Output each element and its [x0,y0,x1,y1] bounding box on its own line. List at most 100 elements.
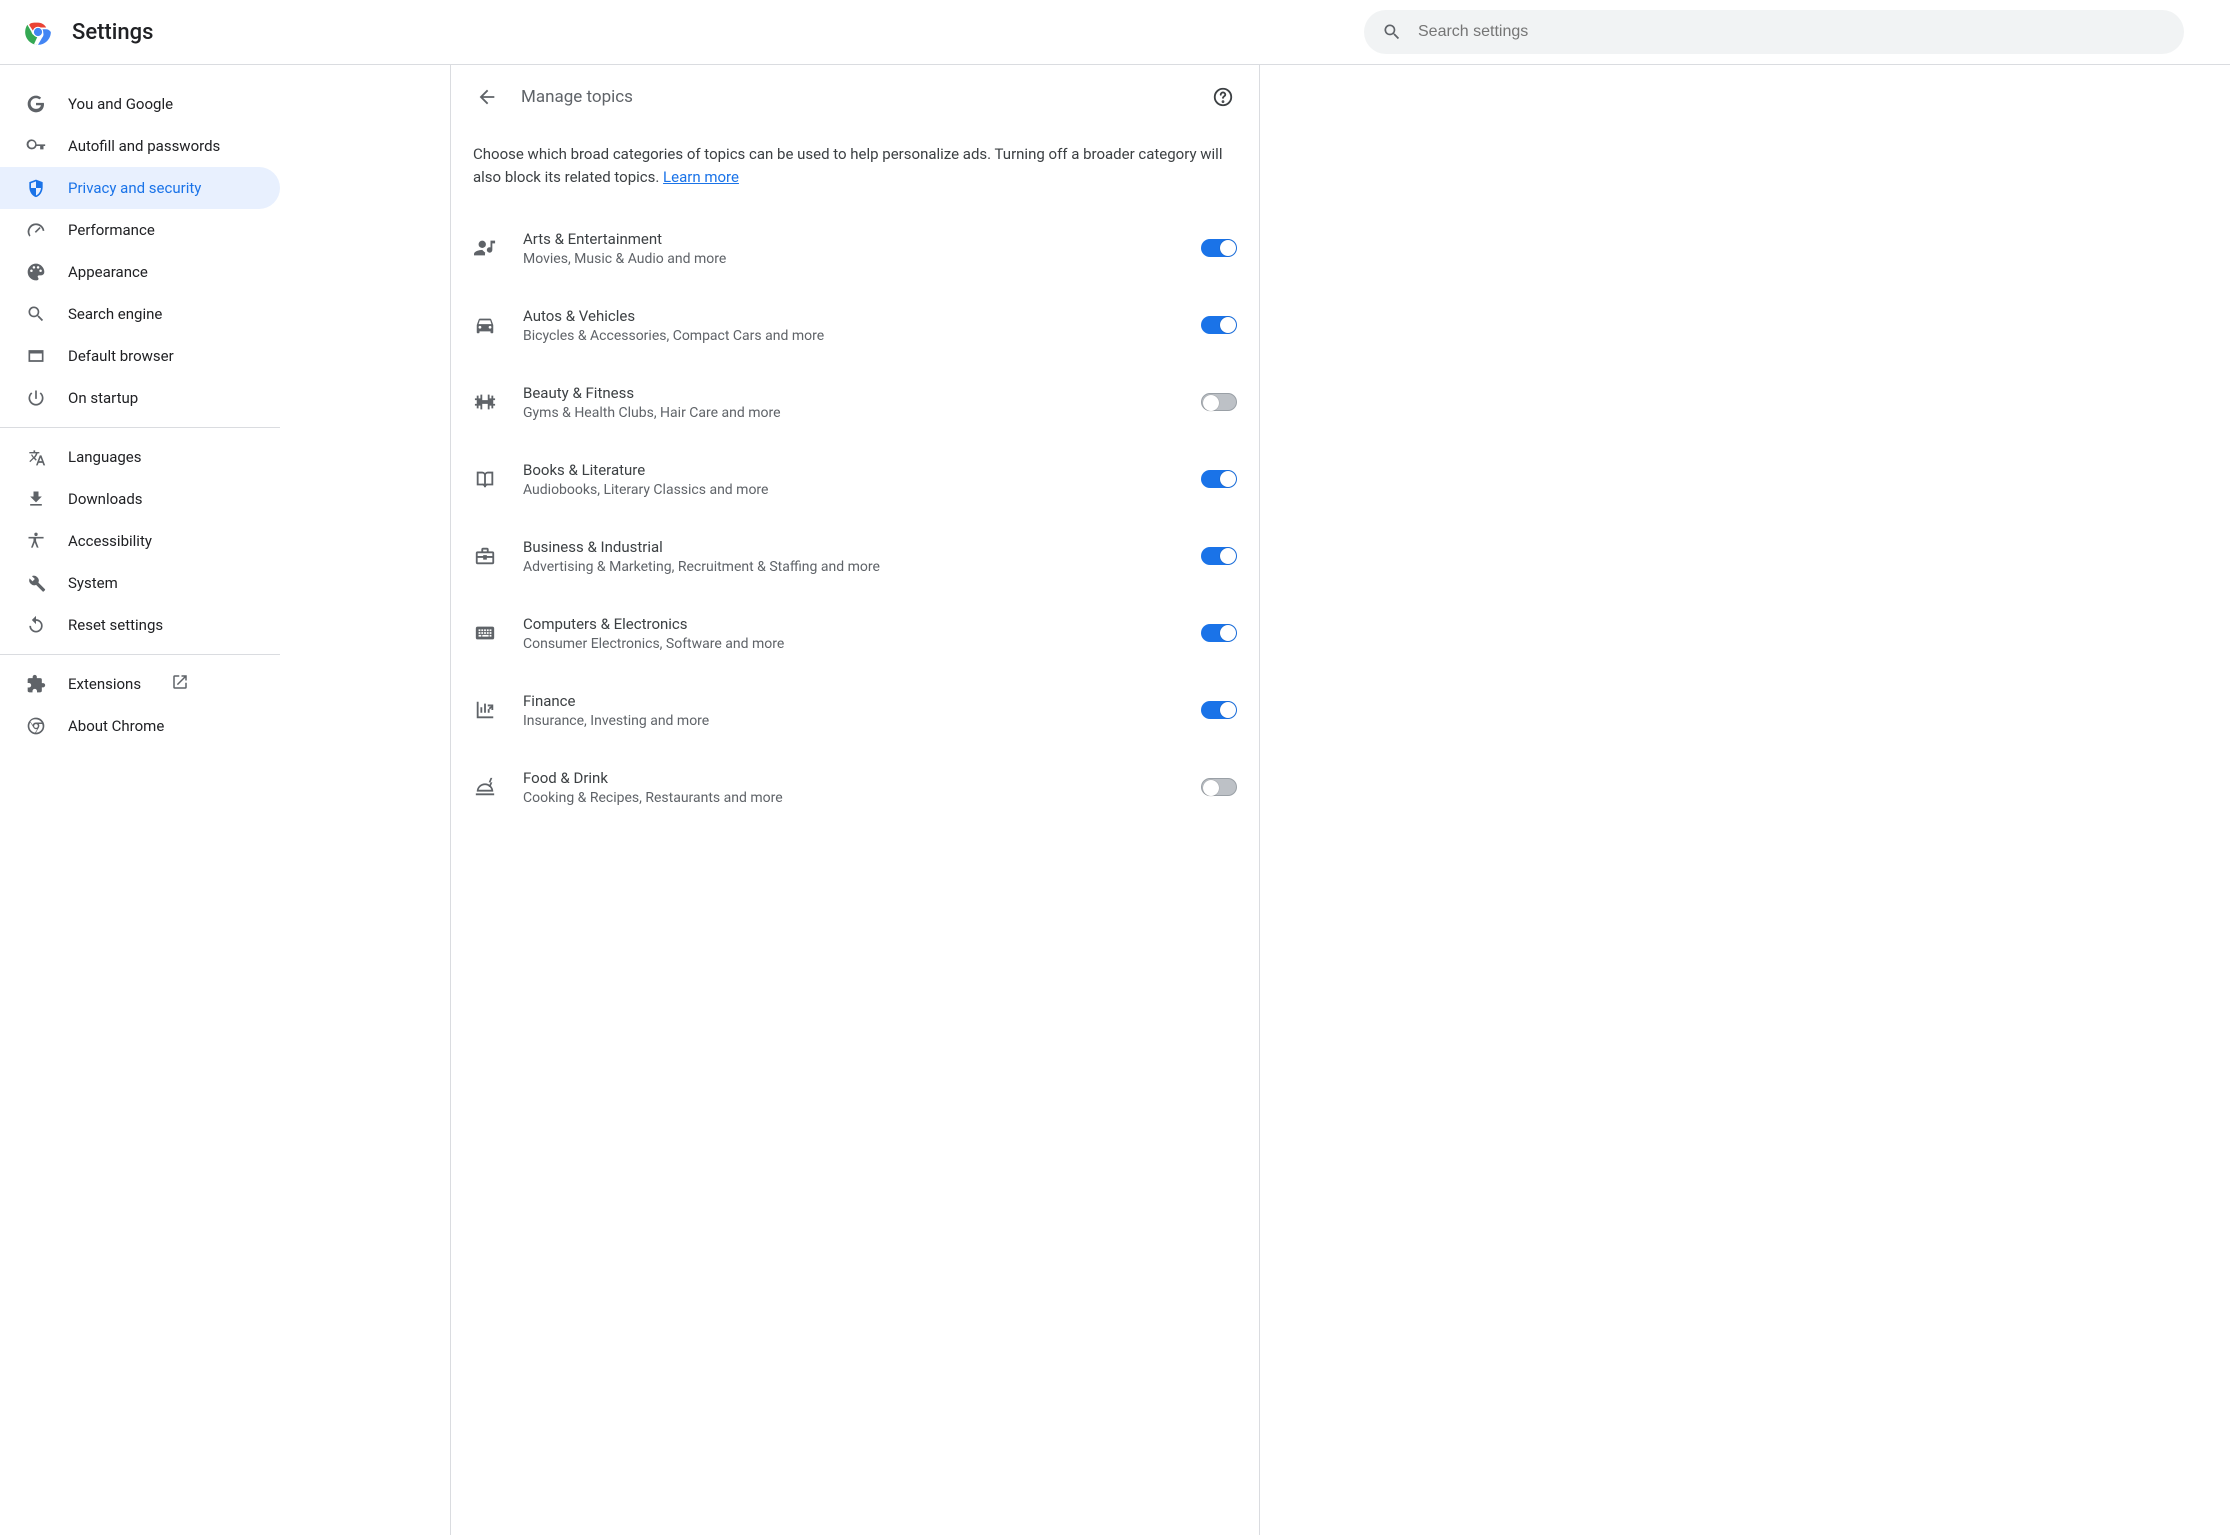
app-header: Settings [0,0,2230,65]
sidebar-item-label: Reset settings [68,616,163,634]
page-title: Manage topics [521,87,633,107]
topic-subtitle: Cooking & Recipes, Restaurants and more [523,790,1175,806]
topic-toggle[interactable] [1201,316,1237,334]
topic-toggle[interactable] [1201,624,1237,642]
topic-subtitle: Insurance, Investing and more [523,713,1175,729]
search-settings-box[interactable] [1364,10,2184,54]
sidebar-item-reset-settings[interactable]: Reset settings [0,604,280,646]
google-g-icon [26,94,46,114]
topic-title: Arts & Entertainment [523,230,1175,248]
sidebar-item-on-startup[interactable]: On startup [0,377,280,419]
wrench-icon [26,573,46,593]
sidebar: You and Google Autofill and passwords Pr… [0,65,290,1535]
fitness-icon [473,390,497,414]
topic-row-beauty-fitness: Beauty & Fitness Gyms & Health Clubs, Ha… [473,364,1237,441]
sidebar-item-system[interactable]: System [0,562,280,604]
reset-icon [26,615,46,635]
key-icon [26,136,46,156]
sidebar-item-accessibility[interactable]: Accessibility [0,520,280,562]
sidebar-item-you-and-google[interactable]: You and Google [0,83,280,125]
sidebar-item-label: Performance [68,221,155,239]
sidebar-item-about-chrome[interactable]: About Chrome [0,705,280,747]
sidebar-item-label: Privacy and security [68,179,201,197]
sidebar-item-label: Languages [68,448,142,466]
topic-toggle[interactable] [1201,778,1237,796]
topic-row-food-drink: Food & Drink Cooking & Recipes, Restaura… [473,749,1237,826]
topic-toggle[interactable] [1201,701,1237,719]
sidebar-item-label: About Chrome [68,717,164,735]
topic-toggle[interactable] [1201,547,1237,565]
learn-more-link[interactable]: Learn more [663,168,739,186]
topic-row-arts-entertainment: Arts & Entertainment Movies, Music & Aud… [473,210,1237,287]
topic-subtitle: Bicycles & Accessories, Compact Cars and… [523,328,1175,344]
sidebar-item-downloads[interactable]: Downloads [0,478,280,520]
chrome-logo-icon [24,18,52,46]
accessibility-icon [26,531,46,551]
briefcase-icon [473,544,497,568]
topic-title: Finance [523,692,1175,710]
app-title: Settings [72,20,153,45]
sidebar-item-label: Extensions [68,675,141,693]
sidebar-item-label: Appearance [68,263,148,281]
translate-icon [26,447,46,467]
topic-title: Computers & Electronics [523,615,1175,633]
keyboard-icon [473,621,497,645]
extension-icon [26,674,46,694]
sidebar-item-label: Autofill and passwords [68,137,220,155]
open-in-new-icon [171,673,189,695]
topic-row-business-industrial: Business & Industrial Advertising & Mark… [473,518,1237,595]
sidebar-item-label: Downloads [68,490,143,508]
sidebar-item-label: On startup [68,389,138,407]
download-icon [26,489,46,509]
sidebar-item-appearance[interactable]: Appearance [0,251,280,293]
sidebar-item-label: Default browser [68,347,174,365]
topic-subtitle: Audiobooks, Literary Classics and more [523,482,1175,498]
sidebar-item-label: System [68,574,118,592]
sidebar-item-search-engine[interactable]: Search engine [0,293,280,335]
sidebar-item-languages[interactable]: Languages [0,436,280,478]
back-button[interactable] [471,81,503,113]
sidebar-item-performance[interactable]: Performance [0,209,280,251]
topic-subtitle: Movies, Music & Audio and more [523,251,1175,267]
car-icon [473,313,497,337]
topic-list: Arts & Entertainment Movies, Music & Aud… [451,200,1259,826]
sidebar-item-default-browser[interactable]: Default browser [0,335,280,377]
sidebar-item-label: You and Google [68,95,173,113]
topic-title: Books & Literature [523,461,1175,479]
intro-text: Choose which broad categories of topics … [451,113,1259,200]
sidebar-item-autofill[interactable]: Autofill and passwords [0,125,280,167]
speedometer-icon [26,220,46,240]
search-icon [1382,22,1402,42]
chart-icon [473,698,497,722]
topic-subtitle: Advertising & Marketing, Recruitment & S… [523,559,1175,575]
palette-icon [26,262,46,282]
topic-toggle[interactable] [1201,470,1237,488]
topic-row-books-literature: Books & Literature Audiobooks, Literary … [473,441,1237,518]
main-content: Manage topics Choose which broad categor… [450,65,1260,1535]
topic-title: Business & Industrial [523,538,1175,556]
sidebar-item-label: Search engine [68,305,162,323]
power-icon [26,388,46,408]
topic-row-autos-vehicles: Autos & Vehicles Bicycles & Accessories,… [473,287,1237,364]
topic-row-finance: Finance Insurance, Investing and more [473,672,1237,749]
sidebar-item-extensions[interactable]: Extensions [0,663,280,705]
food-icon [473,775,497,799]
browser-icon [26,346,46,366]
intro-body: Choose which broad categories of topics … [473,145,1222,186]
person-music-icon [473,236,497,260]
topic-toggle[interactable] [1201,239,1237,257]
sidebar-item-privacy-security[interactable]: Privacy and security [0,167,280,209]
sidebar-item-label: Accessibility [68,532,152,550]
topic-title: Beauty & Fitness [523,384,1175,402]
topic-subtitle: Gyms & Health Clubs, Hair Care and more [523,405,1175,421]
book-icon [473,467,497,491]
sidebar-separator [0,427,280,428]
topic-row-computers-electronics: Computers & Electronics Consumer Electro… [473,595,1237,672]
topic-title: Food & Drink [523,769,1175,787]
help-button[interactable] [1207,81,1239,113]
topic-subtitle: Consumer Electronics, Software and more [523,636,1175,652]
shield-icon [26,178,46,198]
topic-toggle[interactable] [1201,393,1237,411]
search-input[interactable] [1416,22,2166,42]
topic-title: Autos & Vehicles [523,307,1175,325]
